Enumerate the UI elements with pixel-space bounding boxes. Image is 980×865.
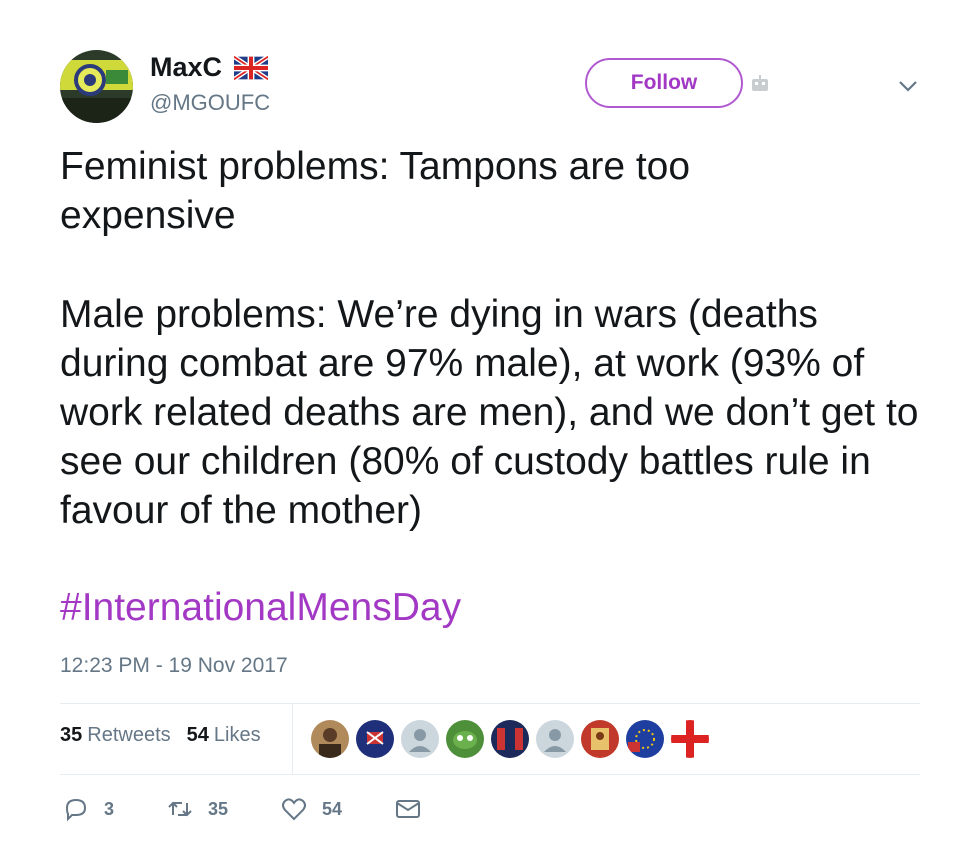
hashtag-link[interactable]: #InternationalMensDay [60, 586, 461, 630]
liker-avatar[interactable] [625, 719, 665, 759]
user-avatar[interactable] [60, 50, 133, 123]
like-count: 54 [322, 798, 343, 819]
retweets-stat[interactable]: 35 Retweets [60, 724, 171, 747]
tweet-timestamp[interactable]: 12:23 PM - 19 Nov 2017 [60, 654, 288, 678]
liker-avatar[interactable] [400, 719, 440, 759]
message-button[interactable] [394, 795, 422, 823]
retweet-icon [168, 801, 192, 817]
chevron-down-icon[interactable] [896, 74, 920, 98]
tweet-stats: 35 Retweets 54 Likes [60, 724, 261, 747]
liker-avatar[interactable] [490, 719, 530, 759]
retweet-button[interactable]: 35 [166, 795, 228, 823]
uk-flag-icon [232, 54, 270, 81]
like-button[interactable]: 54 [280, 795, 342, 823]
liker-avatar[interactable] [535, 719, 575, 759]
retweets-count: 35 [60, 724, 83, 746]
liker-avatar[interactable] [355, 719, 395, 759]
liker-avatars [310, 719, 715, 759]
liker-avatar[interactable] [580, 719, 620, 759]
likes-stat[interactable]: 54 Likes [187, 724, 261, 747]
reply-button[interactable]: 3 [62, 795, 114, 823]
tweet-card: MaxC @MGOUFC Follow Feminist problems: T… [0, 0, 980, 865]
retweets-label: Retweets [87, 724, 171, 746]
liker-avatar[interactable] [670, 719, 710, 759]
heart-icon [282, 798, 307, 821]
envelope-icon [396, 800, 421, 818]
reply-icon [65, 798, 87, 822]
likes-label: Likes [213, 724, 261, 746]
reply-count: 3 [104, 798, 115, 819]
likes-count: 54 [186, 724, 209, 746]
tweet-actions: 3 35 54 [62, 795, 474, 823]
tweet-paragraph: Feminist problems: Tampons are too expen… [60, 145, 691, 237]
verified-bot-icon [750, 74, 770, 94]
liker-avatar[interactable] [310, 719, 350, 759]
display-name[interactable]: MaxC [150, 52, 222, 83]
divider [60, 774, 920, 775]
tweet-text: Feminist problems: Tampons are too expen… [60, 142, 940, 535]
follow-button[interactable]: Follow [585, 58, 743, 108]
divider [60, 703, 920, 704]
user-handle[interactable]: @MGOUFC [150, 90, 270, 116]
tweet-paragraph: Male problems: We’re dying in wars (deat… [60, 293, 919, 532]
divider [292, 704, 293, 774]
liker-avatar[interactable] [445, 719, 485, 759]
name-row: MaxC [150, 52, 270, 83]
retweet-count: 35 [208, 798, 229, 819]
